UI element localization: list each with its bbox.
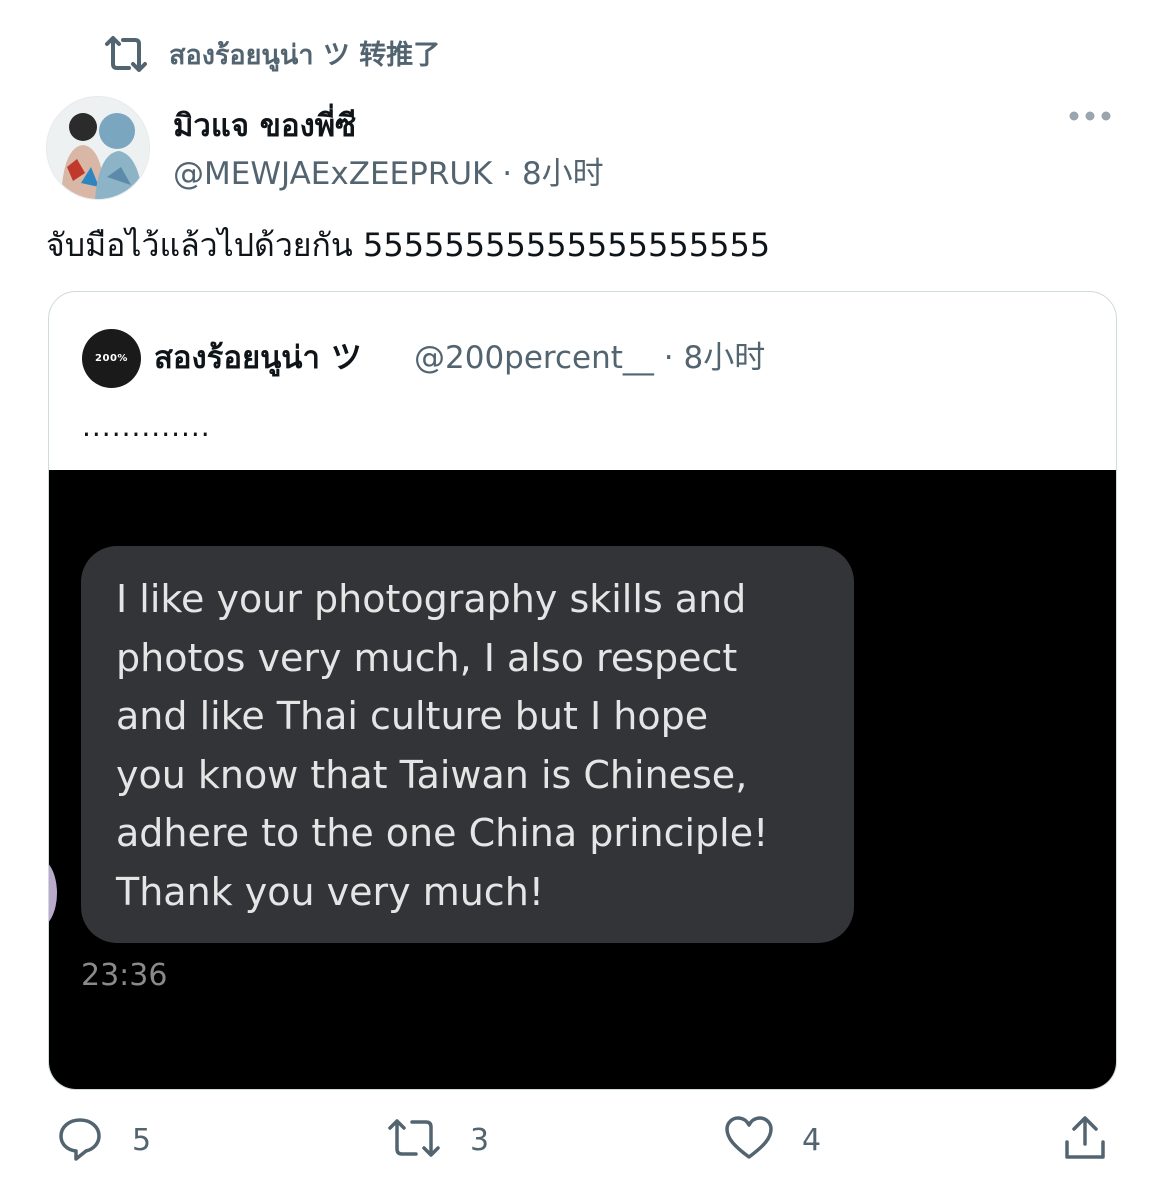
chat-avatar	[49, 858, 57, 928]
chat-bubble-line: adhere to the one China principle!	[116, 811, 769, 855]
chat-bubble-line: you know that Taiwan is Chinese,	[116, 752, 748, 797]
quote-handle-line: @200percent__ · 8小时	[414, 332, 765, 377]
author-handle-line: @MEWJAExZEEPRUK · 8小时	[173, 148, 604, 193]
like-count: 4	[802, 1122, 822, 1158]
chat-bubble-line: I like your photography skills and	[116, 577, 747, 621]
retweet-header: สองร้อยนูน่า ツ 转推了	[103, 30, 440, 78]
quote-time: · 8小时	[663, 340, 766, 376]
more-icon[interactable]	[1068, 108, 1112, 127]
chat-bubble-line: Thank you very much!	[116, 869, 545, 914]
author-avatar[interactable]	[46, 96, 150, 200]
reply-count: 5	[132, 1122, 152, 1158]
reply-icon	[56, 1114, 104, 1166]
quote-text: .............	[82, 410, 211, 443]
retweet-button[interactable]: 3	[386, 1115, 489, 1165]
chat-bubble-line: photos very much, I also respect	[116, 635, 738, 680]
share-icon	[1062, 1114, 1108, 1166]
retweet-header-text[interactable]: สองร้อยนูน่า ツ 转推了	[169, 33, 440, 76]
quote-author-handle[interactable]: @200percent__	[414, 340, 654, 376]
share-button[interactable]	[1062, 1115, 1108, 1165]
quote-author-name[interactable]: สองร้อยนูน่า ツ	[154, 332, 362, 382]
quoted-tweet[interactable]: 200% สองร้อยนูน่า ツ @200percent__ · 8小时 …	[48, 291, 1117, 1090]
retweet-icon	[103, 34, 149, 74]
chat-bubble: I like your photography skills and photo…	[81, 546, 854, 943]
tweet-time[interactable]: · 8小时	[502, 156, 603, 192]
author-name[interactable]: มิวแจ ของพี่ซี	[173, 100, 356, 150]
retweet-icon	[386, 1116, 442, 1164]
quote-author-avatar[interactable]: 200%	[82, 329, 141, 388]
chat-bubble-line: and like Thai culture but I hope	[116, 694, 709, 738]
tweet-text: จับมือไว้แล้วไปด้วยกัน 55555555555555555…	[46, 226, 771, 264]
chat-timestamp: 23:36	[81, 958, 168, 993]
quote-media-image[interactable]: I like your photography skills and photo…	[49, 470, 1116, 1089]
like-icon	[724, 1115, 774, 1165]
like-button[interactable]: 4	[724, 1115, 821, 1165]
reply-button[interactable]: 5	[56, 1115, 151, 1165]
retweet-count: 3	[470, 1122, 490, 1158]
author-handle[interactable]: @MEWJAExZEEPRUK	[173, 156, 492, 192]
